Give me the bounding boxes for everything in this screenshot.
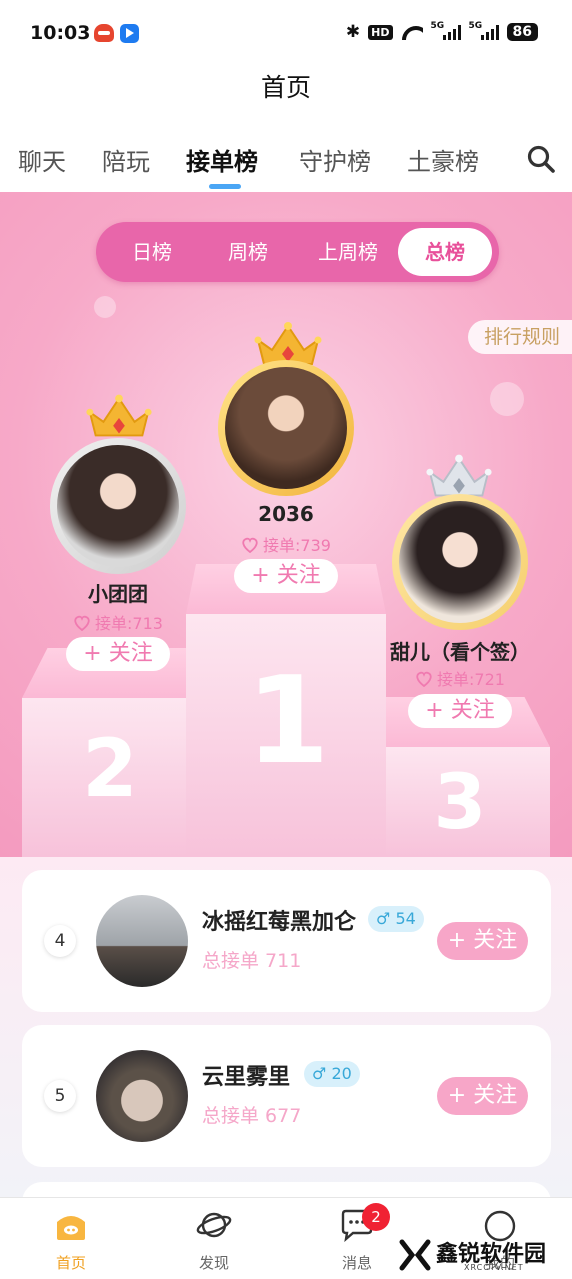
tab-tycoon-ranking[interactable]: 土豪榜	[407, 142, 479, 177]
tab-companion[interactable]: 陪玩	[102, 142, 150, 177]
page-title: 首页	[260, 73, 311, 102]
list-item[interactable]: 4 冰摇红莓黑加仑 ♂ 54 总接单 711 + 关注	[22, 870, 551, 1012]
signal-label-2: 5G	[468, 21, 483, 31]
home-icon	[57, 1216, 85, 1240]
decor-bubble	[490, 382, 524, 416]
watermark: 鑫锐软件园 XRCCTV.NET	[396, 1230, 572, 1279]
tab-guardian-ranking[interactable]: 守护榜	[299, 142, 371, 177]
segment-weekly[interactable]: 周榜	[202, 222, 294, 282]
search-icon[interactable]	[526, 144, 556, 174]
age-text: 54	[395, 909, 416, 928]
battery-icon: 86	[506, 23, 538, 41]
heart-icon	[242, 537, 258, 553]
status-time: 10:03	[30, 22, 91, 44]
winner-1-count-text: 接单:739	[263, 536, 331, 555]
signal-label: 5G	[430, 21, 445, 31]
winner-1-name: 2036	[258, 502, 314, 526]
app-notification-icon	[94, 24, 114, 42]
ranking-rules-button[interactable]: 排行规则	[468, 320, 572, 354]
nav-messages-label: 消息	[341, 1254, 372, 1272]
podium-2-number: 2	[82, 722, 138, 815]
segment-last-week[interactable]: 上周榜	[298, 222, 398, 282]
leaderboard-hero: 日榜 周榜 上周榜 总榜 排行规则 2 3 1 2036 接单:739 + 关注…	[0, 192, 572, 857]
podium-1-number: 1	[246, 652, 330, 791]
winner-3-count-text: 接单:721	[437, 670, 505, 689]
nav-home-label: 首页	[55, 1254, 86, 1272]
decor-bubble-2	[94, 296, 116, 318]
winner-1-avatar[interactable]	[225, 367, 347, 489]
wifi-icon	[401, 24, 423, 40]
gender-age-badge-2: ♂ 20	[304, 1061, 360, 1087]
gender-age-badge: ♂ 54	[368, 906, 424, 932]
user-name: 冰摇红莓黑加仑	[202, 910, 357, 935]
signal-icon: 5G	[430, 21, 461, 40]
total-orders: 总接单 711	[202, 950, 302, 972]
heart-icon-2	[74, 615, 90, 631]
follow-button-2[interactable]: + 关注	[437, 1077, 528, 1115]
hd-icon: HD	[368, 24, 393, 40]
winner-3-name: 甜儿（看个签）	[390, 640, 530, 664]
winner-3-avatar[interactable]	[399, 501, 521, 623]
nav-discover[interactable]: 发现	[169, 1208, 259, 1273]
message-count-badge: 2	[362, 1203, 390, 1231]
tab-order-ranking[interactable]: 接单榜	[186, 142, 258, 177]
winner-2-follow-button[interactable]: + 关注	[66, 637, 170, 671]
age-text-2: 20	[331, 1064, 352, 1083]
winner-2-name: 小团团	[88, 582, 148, 606]
total-orders-2: 总接单 677	[202, 1105, 302, 1127]
segment-total[interactable]: 总榜	[398, 228, 492, 276]
user-name-2: 云里雾里	[202, 1065, 291, 1090]
segment-daily[interactable]: 日榜	[106, 222, 198, 282]
male-icon: ♂	[376, 909, 391, 928]
winner-1-follow-button[interactable]: + 关注	[234, 559, 338, 593]
winner-2-count-text: 接单:713	[95, 614, 163, 633]
gold-crown-icon-2	[86, 394, 152, 437]
rank-number: 4	[44, 925, 76, 957]
user-avatar-2[interactable]	[96, 1050, 188, 1142]
silver-crown-icon	[426, 454, 492, 497]
rank-number-2: 5	[44, 1080, 76, 1112]
status-indicators: ✱ HD 5G 5G 86	[345, 21, 538, 42]
user-avatar[interactable]	[96, 895, 188, 987]
nav-discover-label: 发现	[198, 1254, 229, 1272]
podium-3-number: 3	[433, 757, 487, 846]
watermark-logo-icon	[399, 1239, 431, 1271]
bluetooth-icon: ✱	[345, 22, 361, 42]
heart-icon-3	[416, 671, 432, 687]
follow-button[interactable]: + 关注	[437, 922, 528, 960]
watermark-subtext: XRCCTV.NET	[464, 1263, 524, 1272]
tab-bar: 聊天 陪玩 接单榜 守护榜 土豪榜	[0, 128, 572, 192]
app-notification-icon-2	[120, 24, 139, 43]
period-segment: 日榜 周榜 上周榜 总榜	[96, 222, 499, 282]
ranking-list: 4 冰摇红莓黑加仑 ♂ 54 总接单 711 + 关注 5 云里雾里 ♂ 20 …	[0, 857, 572, 1197]
winner-2-avatar[interactable]	[57, 445, 179, 567]
male-icon-2: ♂	[312, 1064, 327, 1083]
tab-active-indicator	[209, 184, 241, 189]
tab-chat[interactable]: 聊天	[18, 142, 66, 177]
winner-2-count: 接单:713	[18, 610, 218, 634]
winner-1-count: 接单:739	[186, 532, 386, 556]
winner-3-follow-button[interactable]: + 关注	[408, 694, 512, 728]
status-bar: 10:03 ✱ HD 5G 5G 86	[0, 0, 572, 66]
planet-icon	[196, 1212, 232, 1238]
winner-3-count: 接单:721	[360, 666, 560, 690]
list-item-2[interactable]: 5 云里雾里 ♂ 20 总接单 677 + 关注	[22, 1025, 551, 1167]
nav-home[interactable]: 首页	[26, 1208, 116, 1273]
signal-icon-2: 5G	[468, 21, 499, 40]
